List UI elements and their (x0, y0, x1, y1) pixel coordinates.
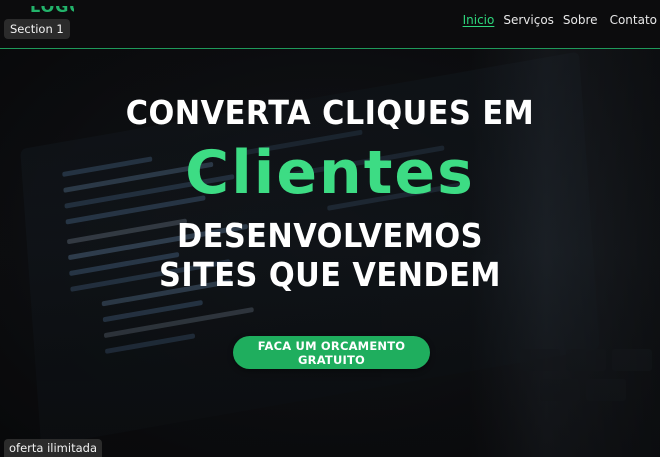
site-logo[interactable]: LOGO (30, 6, 74, 16)
main-nav: Inicio Serviços Sobre Contato (454, 13, 657, 27)
nav-link-contato[interactable]: Contato (610, 13, 657, 27)
nav-link-inicio[interactable]: Inicio (463, 13, 495, 27)
section-label: Section 1 (4, 19, 70, 39)
nav-link-servicos[interactable]: Serviços (503, 13, 554, 27)
hero-headline-line3: DESENVOLVEMOS (176, 216, 483, 255)
nav-link-sobre[interactable]: Sobre (563, 13, 598, 27)
landing-page: LOGO Inicio Serviços Sobre Contato Secti… (0, 0, 660, 457)
logo-text: LOGO (30, 6, 74, 16)
free-quote-button[interactable]: FACA UM ORCAMENTO GRATUITO (233, 336, 430, 369)
site-header: LOGO Inicio Serviços Sobre Contato (0, 0, 660, 49)
hero-headline-accent: Clientes (185, 138, 475, 208)
hero-headline-line1: CONVERTA CLIQUES EM (125, 93, 535, 132)
hero-headline-line4: SITES QUE VENDEM (159, 255, 501, 294)
offer-label: oferta ilimitada (4, 439, 102, 457)
